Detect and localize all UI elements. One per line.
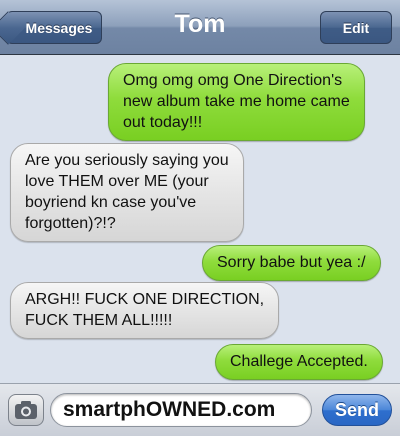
- message-bubble-sent: Sorry babe but yea :/: [202, 245, 381, 281]
- camera-icon: [15, 401, 37, 419]
- send-button[interactable]: Send: [322, 394, 392, 426]
- message-bubble-received: ARGH!! FUCK ONE DIRECTION, FUCK THEM ALL…: [10, 282, 280, 339]
- camera-button[interactable]: [8, 394, 44, 426]
- message-bubble-sent: Omg omg omg One Direction's new album ta…: [108, 63, 365, 141]
- message-bubble-received: Are you seriously saying you love THEM o…: [10, 143, 244, 242]
- message-input[interactable]: smartphOWNED.com: [50, 393, 312, 427]
- message-bubble-sent: Challege Accepted.: [215, 344, 383, 380]
- edit-button[interactable]: Edit: [320, 11, 392, 44]
- compose-bar: smartphOWNED.com Send: [0, 383, 400, 436]
- navigation-bar: Messages Tom Edit: [0, 0, 400, 55]
